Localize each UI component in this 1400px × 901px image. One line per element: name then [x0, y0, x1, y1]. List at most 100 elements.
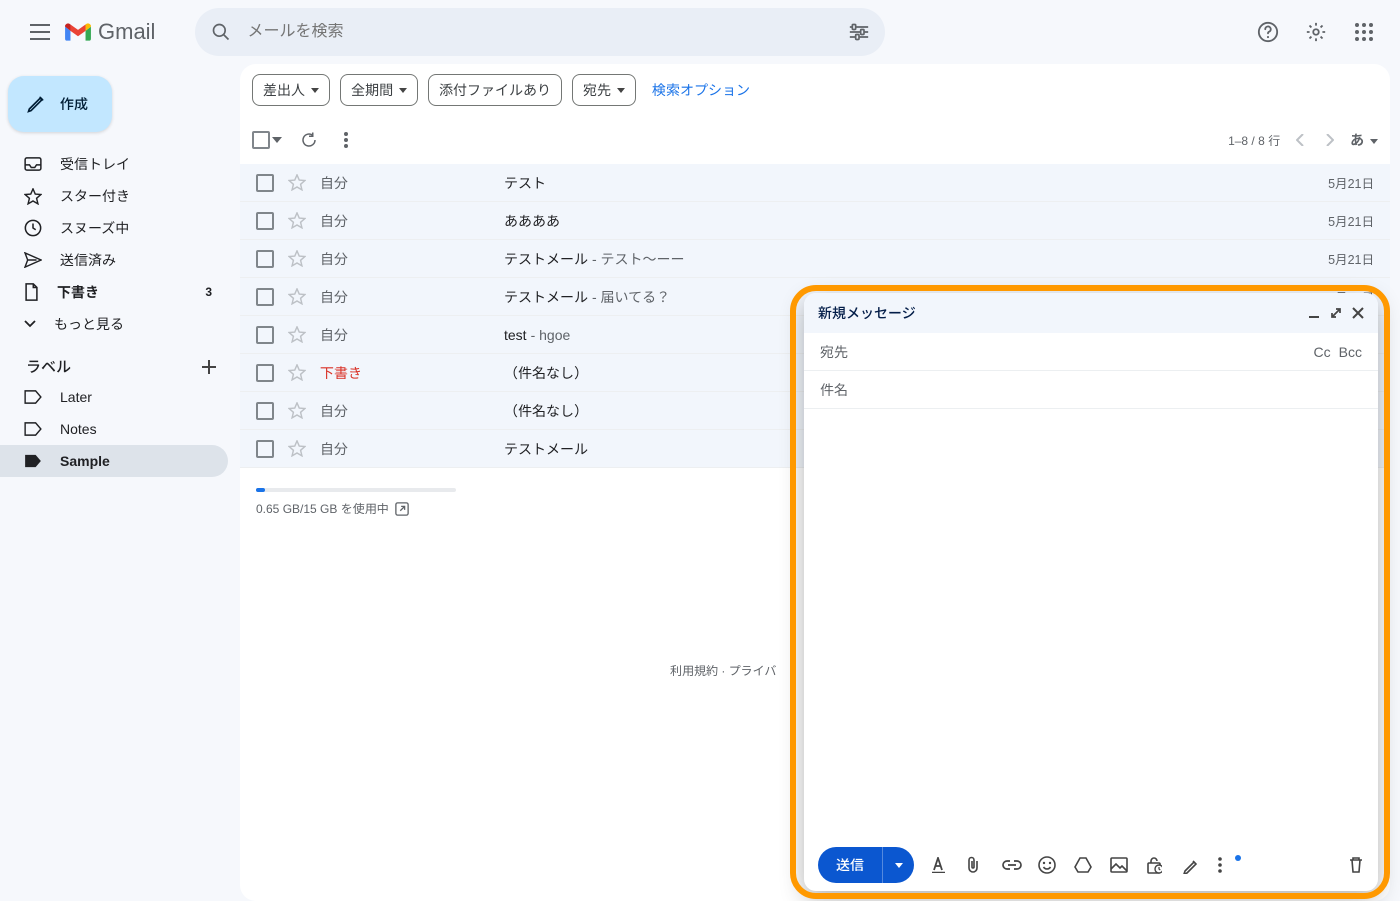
- refresh-button[interactable]: [292, 123, 326, 157]
- pagination-info: 1–8 / 8 行: [1228, 132, 1280, 149]
- drive-icon[interactable]: [1074, 857, 1094, 873]
- next-page-button[interactable]: [1320, 128, 1340, 152]
- close-button[interactable]: [1352, 307, 1364, 319]
- send-options-button[interactable]: [882, 847, 914, 883]
- label-name: Sample: [60, 453, 110, 469]
- label-item[interactable]: Later: [0, 381, 228, 413]
- compose-toolbar: 送信: [804, 839, 1378, 891]
- sidebar: 作成 受信トレイスター付きスヌーズ中送信済み下書き 3 もっと見る ラベル Late…: [0, 64, 240, 901]
- storage-text: 0.65 GB/15 GB を使用中: [256, 500, 389, 517]
- filter-chip[interactable]: 宛先: [572, 74, 636, 106]
- row-checkbox[interactable]: [256, 402, 274, 420]
- search-options-link[interactable]: 検索オプション: [652, 80, 750, 100]
- select-all-checkbox[interactable]: [252, 131, 270, 149]
- row-checkbox[interactable]: [256, 326, 274, 344]
- row-subject: テスト: [504, 173, 1314, 193]
- row-sender: 下書き: [320, 363, 490, 383]
- main-menu-button[interactable]: [16, 8, 64, 56]
- row-checkbox[interactable]: [256, 212, 274, 230]
- chevron-down-icon: [399, 88, 407, 93]
- row-checkbox[interactable]: [256, 364, 274, 382]
- settings-icon[interactable]: [1296, 12, 1336, 52]
- fullscreen-button[interactable]: [1330, 307, 1342, 319]
- mail-row[interactable]: 自分ああああ5月21日: [240, 202, 1390, 240]
- logo-area[interactable]: Gmail: [64, 19, 155, 45]
- formatting-icon[interactable]: [930, 857, 950, 873]
- nav-label: 受信トレイ: [60, 154, 130, 174]
- add-label-button[interactable]: [200, 358, 218, 376]
- bcc-button[interactable]: Bcc: [1339, 344, 1362, 360]
- row-checkbox[interactable]: [256, 288, 274, 306]
- link-icon[interactable]: [1002, 859, 1022, 871]
- image-icon[interactable]: [1110, 857, 1130, 873]
- star-icon[interactable]: [288, 440, 306, 457]
- nav-label: スター付き: [60, 186, 130, 206]
- nav-label: 下書き: [57, 282, 99, 302]
- compose-button[interactable]: 作成: [8, 76, 112, 132]
- row-date: 5月21日: [1328, 173, 1374, 192]
- pencil-icon: [26, 94, 46, 114]
- label-item[interactable]: Sample: [0, 445, 228, 477]
- emoji-icon[interactable]: [1038, 856, 1058, 874]
- compose-body[interactable]: [804, 409, 1378, 839]
- select-all-dropdown[interactable]: [272, 137, 282, 143]
- label-item[interactable]: Notes: [0, 413, 228, 445]
- labels-header: ラベル: [26, 356, 71, 377]
- storage-open-icon[interactable]: [395, 502, 409, 516]
- draft-icon: [24, 283, 39, 301]
- cc-button[interactable]: Cc: [1314, 344, 1331, 360]
- nav-item-star[interactable]: スター付き: [0, 180, 228, 212]
- star-icon[interactable]: [288, 326, 306, 343]
- compose-header[interactable]: 新規メッセージ: [804, 293, 1378, 333]
- send-label: 送信: [818, 855, 882, 875]
- discard-button[interactable]: [1348, 856, 1364, 874]
- nav-item-draft[interactable]: 下書き 3: [0, 276, 228, 308]
- subject-placeholder: 件名: [820, 380, 848, 400]
- row-sender: 自分: [320, 287, 490, 307]
- search-bar[interactable]: [195, 8, 885, 56]
- star-icon[interactable]: [288, 250, 306, 267]
- notification-dot: [1235, 855, 1241, 861]
- label-icon: [24, 390, 42, 404]
- star-icon[interactable]: [288, 402, 306, 419]
- filter-chip[interactable]: 添付ファイルあり: [428, 74, 562, 106]
- filter-chip[interactable]: 差出人: [252, 74, 330, 106]
- help-icon[interactable]: [1248, 12, 1288, 52]
- to-field[interactable]: 宛先 Cc Bcc: [804, 333, 1378, 371]
- filter-chip[interactable]: 全期間: [340, 74, 418, 106]
- to-label: 宛先: [820, 342, 848, 362]
- minimize-button[interactable]: [1308, 307, 1320, 319]
- apps-icon[interactable]: [1344, 12, 1384, 52]
- footer-links[interactable]: 利用規約 · プライバ: [670, 662, 776, 679]
- row-checkbox[interactable]: [256, 250, 274, 268]
- more-actions-button[interactable]: [336, 124, 356, 156]
- confidential-icon[interactable]: [1146, 856, 1166, 874]
- nav-item-clock[interactable]: スヌーズ中: [0, 212, 228, 244]
- nav-item-more[interactable]: もっと見る: [0, 308, 228, 340]
- nav-item-send[interactable]: 送信済み: [0, 244, 228, 276]
- star-icon[interactable]: [288, 288, 306, 305]
- attach-icon[interactable]: [966, 856, 986, 874]
- search-icon[interactable]: [203, 14, 239, 50]
- signature-icon[interactable]: [1182, 856, 1202, 874]
- star-icon[interactable]: [288, 364, 306, 381]
- row-checkbox[interactable]: [256, 440, 274, 458]
- star-icon[interactable]: [288, 212, 306, 229]
- input-language-button[interactable]: あ: [1350, 130, 1378, 150]
- row-checkbox[interactable]: [256, 174, 274, 192]
- nav-item-inbox[interactable]: 受信トレイ: [0, 148, 228, 180]
- send-button[interactable]: 送信: [818, 847, 914, 883]
- row-subject: テストメール - テスト〜ーー: [504, 249, 1314, 269]
- more-compose-button[interactable]: [1218, 857, 1238, 873]
- star-icon[interactable]: [288, 174, 306, 191]
- subject-field[interactable]: 件名: [804, 371, 1378, 409]
- row-sender: 自分: [320, 211, 490, 231]
- nav-count: 3: [205, 285, 212, 299]
- mail-row[interactable]: 自分テストメール - テスト〜ーー5月21日: [240, 240, 1390, 278]
- row-sender: 自分: [320, 173, 490, 193]
- search-input[interactable]: [239, 23, 841, 41]
- nav-label: もっと見る: [54, 314, 124, 334]
- search-options-icon[interactable]: [841, 14, 877, 50]
- prev-page-button[interactable]: [1290, 128, 1310, 152]
- mail-row[interactable]: 自分テスト 5月21日: [240, 164, 1390, 202]
